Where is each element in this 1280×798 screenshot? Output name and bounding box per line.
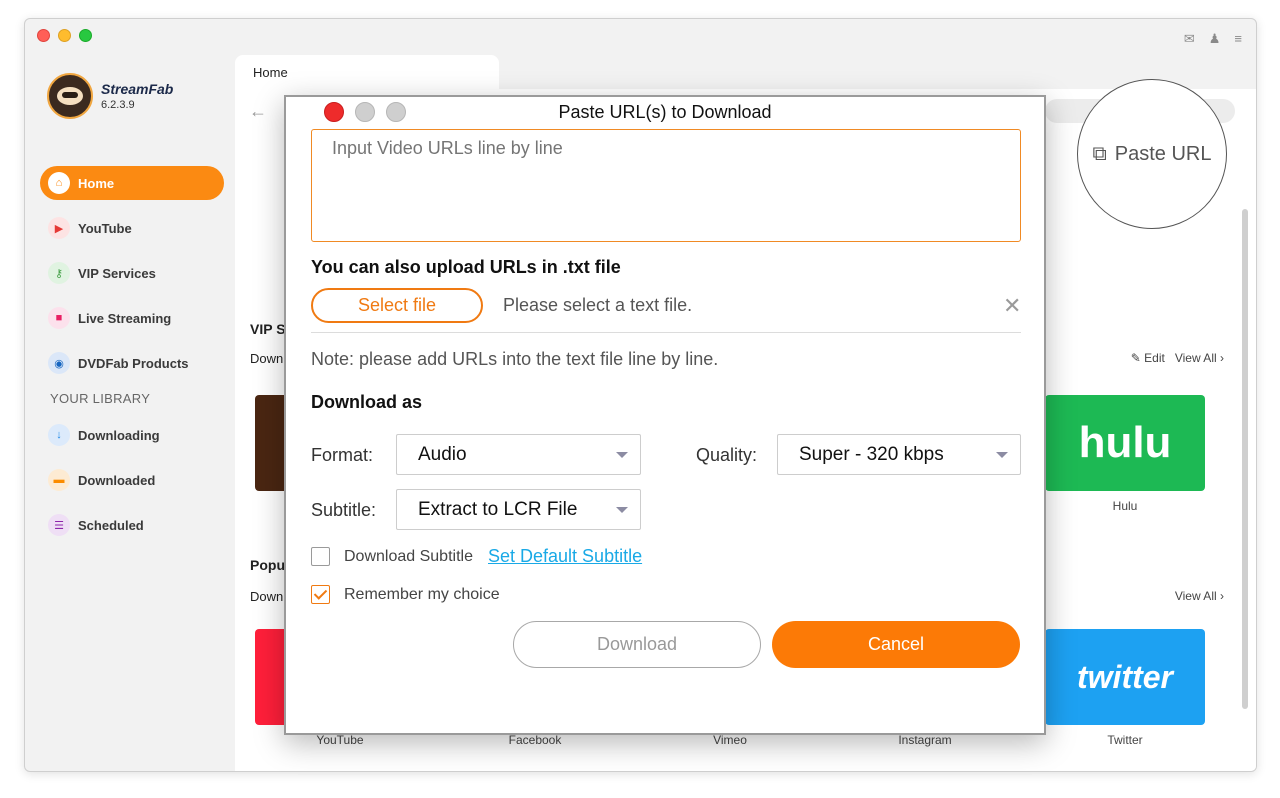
url-input[interactable] — [311, 129, 1021, 242]
divider — [311, 332, 1021, 333]
twitter-logo: twitter — [1077, 658, 1173, 695]
menu-icon[interactable]: ≡ — [1234, 31, 1242, 47]
edit-label: Edit — [1144, 351, 1165, 365]
vip-section-subtitle: Down — [250, 351, 284, 366]
file-placeholder: Please select a text file. — [503, 295, 693, 315]
sidebar-item-label: Scheduled — [78, 517, 144, 533]
shirt-icon[interactable]: ♟ — [1209, 31, 1221, 47]
sidebar-item-vip-services[interactable]: ⚷ VIP Services — [40, 256, 224, 290]
remember-choice-label: Remember my choice — [344, 586, 500, 603]
dialog-title: Paste URL(s) to Download — [558, 102, 772, 122]
sidebar-item-downloaded[interactable]: ▬ Downloaded — [40, 463, 224, 497]
sidebar-item-dvdfab-products[interactable]: ◉ DVDFab Products — [40, 346, 224, 380]
quality-value: Super - 320 kbps — [799, 444, 944, 465]
popular-section-actions: View All › — [1175, 589, 1224, 603]
subtitle-label: Subtitle: — [311, 500, 377, 520]
key-icon: ⚷ — [48, 262, 70, 284]
facebook-caption: Facebook — [508, 733, 562, 747]
download-icon: ↓ — [48, 424, 70, 446]
edit-link[interactable]: ✎ Edit — [1131, 351, 1165, 365]
streamfab-logo-icon — [47, 73, 93, 119]
sidebar-item-live-streaming[interactable]: ■ Live Streaming — [40, 301, 224, 335]
sidebar-nav: ⌂ Home ▶ YouTube ⚷ VIP Services ■ Live S… — [40, 166, 224, 553]
instagram-caption: Instagram — [898, 733, 952, 747]
library-title: YOUR LIBRARY — [50, 391, 151, 406]
clear-file-icon[interactable]: ✕ — [1003, 293, 1021, 319]
twitter-tile[interactable]: twitter — [1045, 629, 1205, 725]
vip-section-actions: ✎ Edit View All › — [1131, 351, 1224, 365]
sidebar-item-youtube[interactable]: ▶ YouTube — [40, 211, 224, 245]
hulu-tile[interactable]: hulu — [1045, 395, 1205, 491]
chevron-down-icon — [996, 452, 1008, 458]
top-toolbar: ✉ ♟ ≡ — [1184, 31, 1242, 47]
view-all-label: View All — [1174, 589, 1217, 603]
paste-url-button-magnified[interactable]: ⧉ Paste URL — [1077, 79, 1227, 229]
quality-select[interactable]: Super - 320 kbps — [777, 434, 1021, 475]
view-all-link[interactable]: View All › — [1175, 351, 1224, 365]
format-label: Format: — [311, 445, 374, 465]
popular-section-subtitle: Down — [250, 589, 284, 604]
sidebar-item-label: Downloaded — [78, 472, 156, 488]
sidebar-item-label: Live Streaming — [78, 310, 172, 326]
sidebar-item-label: VIP Services — [78, 265, 156, 281]
app-version: 6.2.3.9 — [101, 99, 135, 111]
view-all-link[interactable]: View All › — [1175, 589, 1224, 603]
cancel-button[interactable]: Cancel — [772, 621, 1020, 668]
vimeo-caption: Vimeo — [713, 733, 747, 747]
youtube-caption: YouTube — [316, 733, 364, 747]
popular-section-title: Popu — [250, 557, 285, 573]
format-value: Audio — [418, 444, 467, 465]
chevron-down-icon — [616, 452, 628, 458]
sidebar-item-label: DVDFab Products — [78, 355, 189, 371]
remember-choice-checkbox[interactable] — [311, 585, 330, 604]
hulu-logo: hulu — [1078, 418, 1172, 467]
sidebar-item-label: Home — [78, 175, 115, 191]
view-all-label: View All — [1174, 351, 1217, 365]
hulu-caption: Hulu — [1112, 499, 1138, 513]
sidebar-item-scheduled[interactable]: ☰ Scheduled — [40, 508, 224, 542]
download-subtitle-checkbox[interactable] — [311, 547, 330, 566]
chevron-down-icon — [616, 507, 628, 513]
home-icon: ⌂ — [48, 172, 70, 194]
sidebar-item-label: Downloading — [78, 427, 160, 443]
brand: StreamFab 6.2.3.9 — [47, 73, 173, 119]
twitter-caption: Twitter — [1107, 733, 1143, 747]
app-name: StreamFab — [101, 81, 174, 97]
note-text: Note: please add URLs into the text file… — [311, 349, 719, 369]
subtitle-value: Extract to LCR File — [418, 499, 578, 520]
paste-url-dialog: Paste URL(s) to Download You can also up… — [284, 95, 1046, 735]
select-file-button[interactable]: Select file — [311, 288, 483, 323]
sidebar-item-label: YouTube — [78, 220, 132, 236]
download-subtitle-label: Download Subtitle — [344, 548, 473, 565]
youtube-icon: ▶ — [48, 217, 70, 239]
camera-icon: ■ — [48, 307, 70, 329]
quality-label: Quality: — [696, 445, 758, 465]
set-default-subtitle-link[interactable]: Set Default Subtitle — [488, 546, 642, 567]
tab-home[interactable]: Home — [235, 55, 499, 91]
download-as-title: Download as — [311, 392, 423, 412]
folder-icon: ▬ — [48, 469, 70, 491]
list-icon: ☰ — [48, 514, 70, 536]
upload-title: You can also upload URLs in .txt file — [311, 257, 621, 277]
dvdfab-icon: ◉ — [48, 352, 70, 374]
scrollbar[interactable] — [1242, 209, 1248, 709]
format-select[interactable]: Audio — [396, 434, 641, 475]
sidebar: StreamFab 6.2.3.9 ⌂ Home ▶ YouTube ⚷ VIP… — [25, 19, 235, 771]
subtitle-select[interactable]: Extract to LCR File — [396, 489, 641, 530]
sidebar-item-downloading[interactable]: ↓ Downloading — [40, 418, 224, 452]
back-arrow-icon[interactable]: ← — [249, 101, 267, 122]
download-button[interactable]: Download — [513, 621, 761, 668]
paste-url-label: Paste URL — [1114, 142, 1212, 165]
vip-section-title: VIP S — [250, 321, 286, 337]
mail-icon[interactable]: ✉ — [1184, 31, 1195, 47]
copy-icon: ⧉ — [1092, 142, 1107, 165]
sidebar-item-home[interactable]: ⌂ Home — [40, 166, 224, 200]
